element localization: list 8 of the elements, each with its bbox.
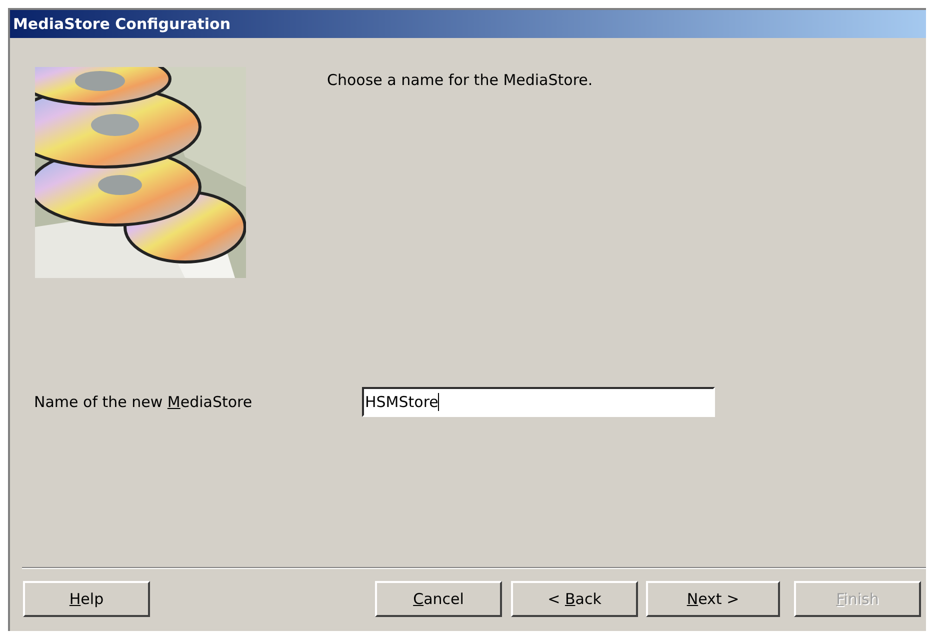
dialog-button[interactable]: Next > xyxy=(646,581,780,617)
dialog-button[interactable]: Help xyxy=(23,581,150,617)
window-title: MediaStore Configuration xyxy=(13,15,231,33)
name-field[interactable]: HSMStore xyxy=(362,387,715,417)
dialog-button[interactable]: < Back xyxy=(511,581,638,617)
instruction-text: Choose a name for the MediaStore. xyxy=(327,71,593,91)
field-label: Name of the new MediaStore xyxy=(34,393,254,411)
dialog-button[interactable]: Cancel xyxy=(375,581,502,617)
